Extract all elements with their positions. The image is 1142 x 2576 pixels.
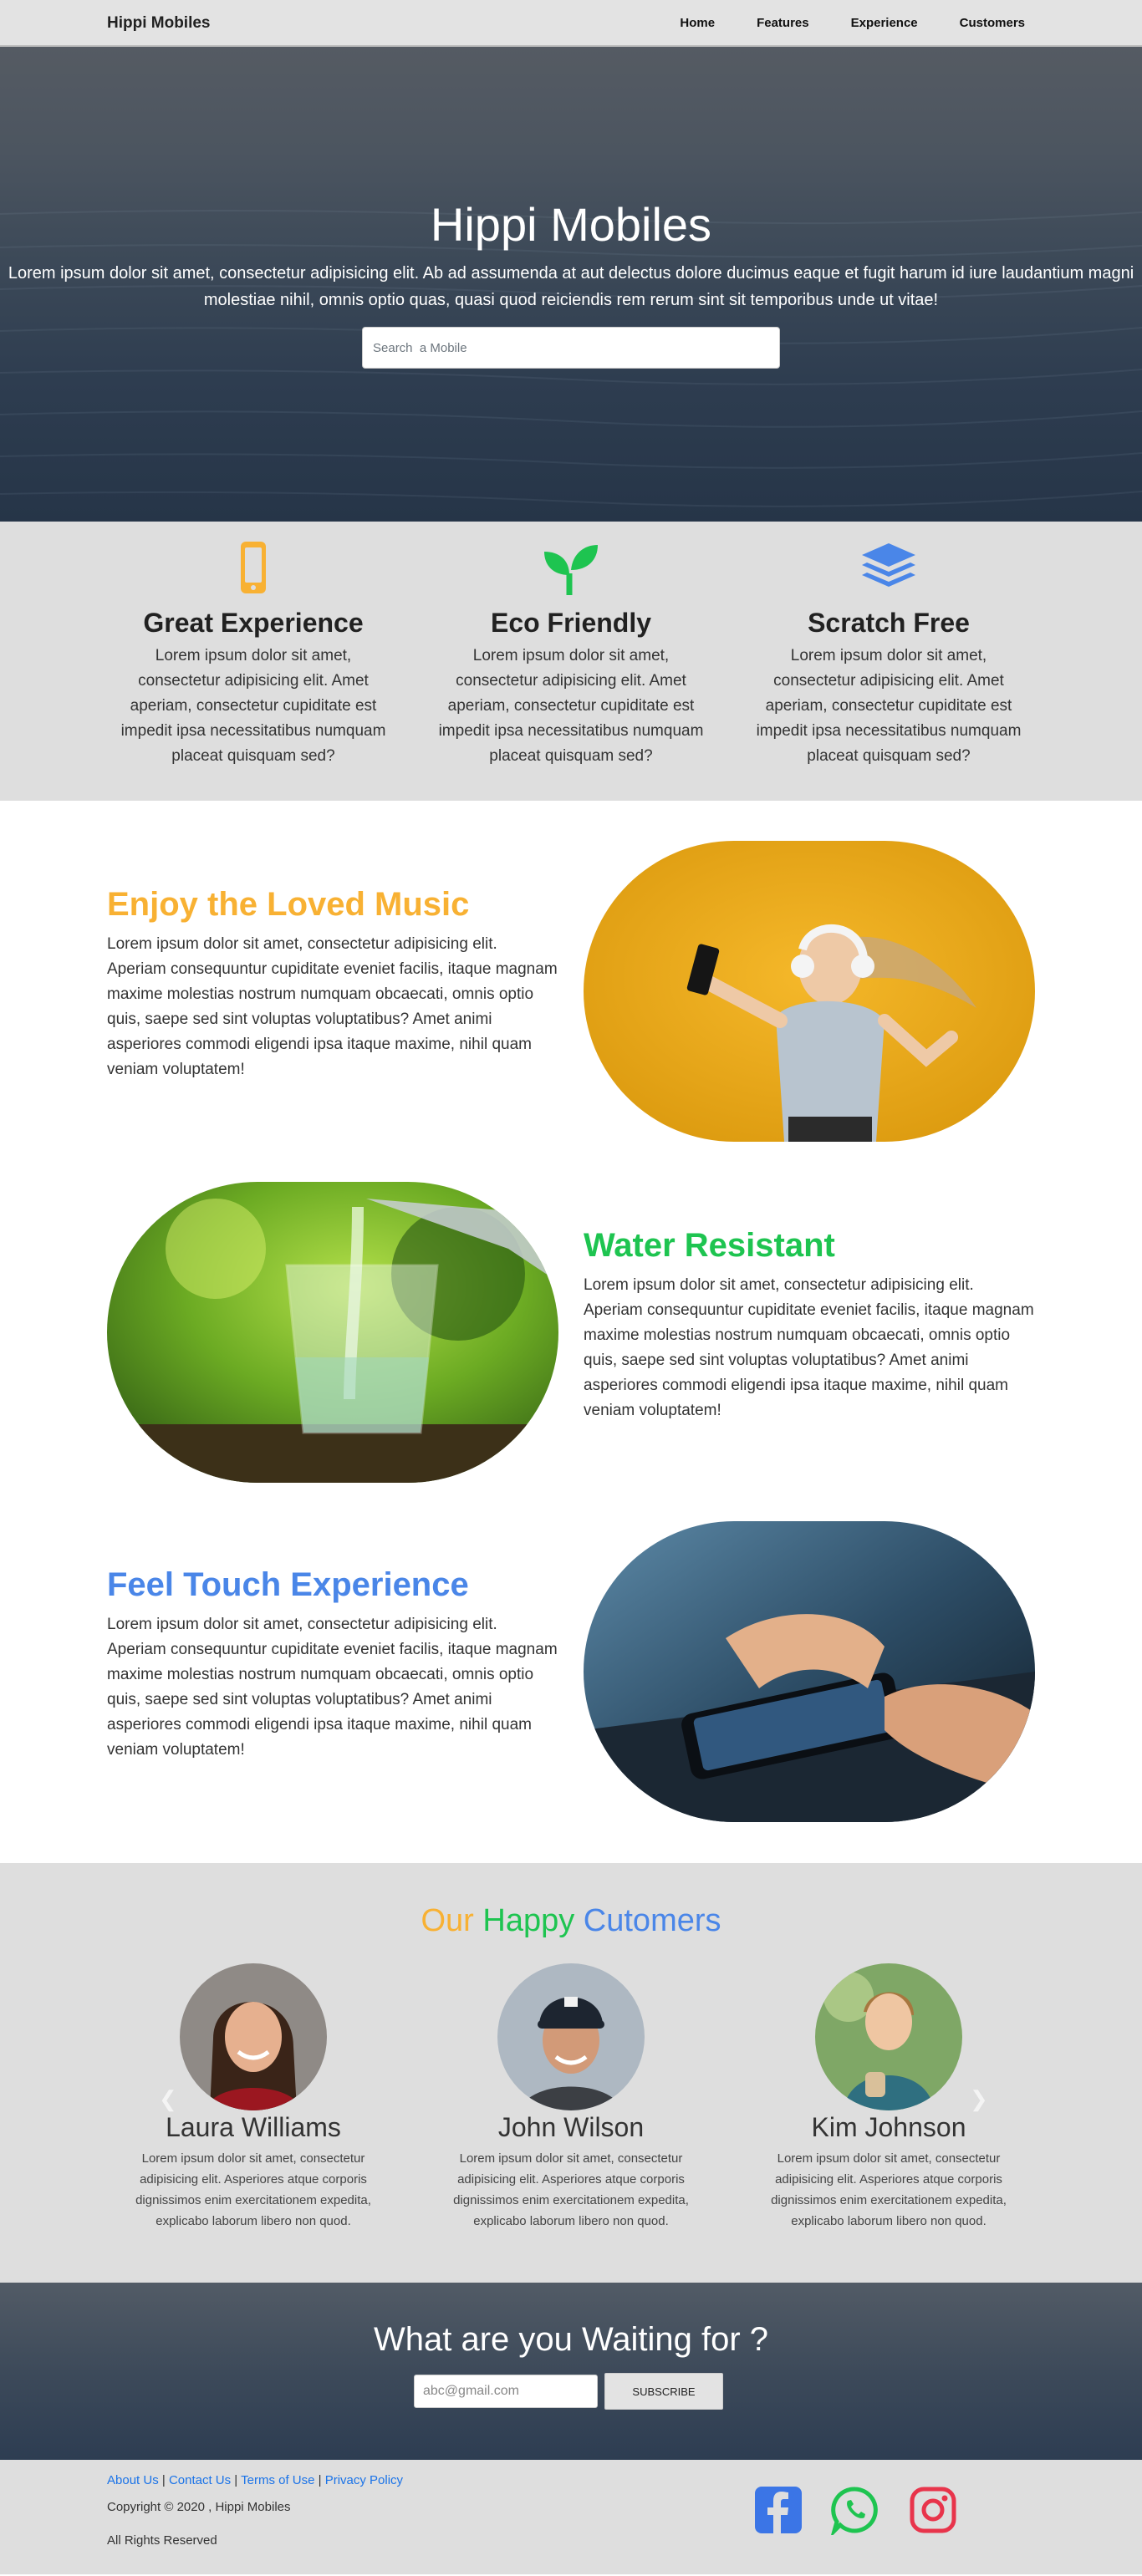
woman-with-headphones-image xyxy=(584,841,1035,1142)
hero-section: Hippi Mobiles Lorem ipsum dolor sit amet… xyxy=(0,47,1142,522)
water-text: Lorem ipsum dolor sit amet, consectetur … xyxy=(584,1276,1034,1419)
hero-title: Hippi Mobiles xyxy=(430,198,712,251)
water-title: Water Resistant xyxy=(584,1227,835,1264)
avatar xyxy=(180,1963,327,2110)
customer-name: Laura Williams xyxy=(166,2112,341,2142)
link-separator: | xyxy=(231,2473,242,2487)
customers-title: Our Happy Cutomers xyxy=(0,1903,1142,1939)
glass-of-water-image xyxy=(107,1182,558,1483)
music-text: Lorem ipsum dolor sit amet, consectetur … xyxy=(107,935,558,1078)
layers-icon xyxy=(862,543,915,587)
experience-section: Enjoy the Loved Music Lorem ipsum dolor … xyxy=(0,801,1142,1863)
whatsapp-icon[interactable] xyxy=(830,2485,880,2535)
features-section: Great Experience Lorem ipsum dolor sit a… xyxy=(0,522,1142,801)
title-word-customers: Cutomers xyxy=(583,1903,721,1938)
customer-review: Lorem ipsum dolor sit amet, consectetur … xyxy=(135,2151,371,2228)
feature-text: Lorem ipsum dolor sit amet, consectetur … xyxy=(438,647,704,765)
customer-review: Lorem ipsum dolor sit amet, consectetur … xyxy=(771,2151,1007,2228)
feature-title: Scratch Free xyxy=(808,608,970,638)
email-field[interactable] xyxy=(414,2375,598,2408)
customers-section: Our Happy Cutomers ❮ ❯ Laura Williams Lo… xyxy=(0,1863,1142,2283)
hero-description: Lorem ipsum dolor sit amet, consectetur … xyxy=(8,264,1134,309)
seedling-icon xyxy=(544,545,598,595)
feature-text: Lorem ipsum dolor sit amet, consectetur … xyxy=(120,647,386,765)
nav-link-home[interactable]: Home xyxy=(680,16,715,30)
customer-name: John Wilson xyxy=(497,2112,645,2142)
nav-link-customers[interactable]: Customers xyxy=(960,16,1025,30)
hand-on-phone-image xyxy=(584,1521,1035,1822)
copyright-text: Copyright © 2020 , Hippi Mobiles xyxy=(107,2500,291,2514)
water-feature: Water Resistant Lorem ipsum dolor sit am… xyxy=(584,1227,1035,1423)
subscribe-form: SUBSCRIBE xyxy=(414,2373,723,2410)
instagram-icon[interactable] xyxy=(908,2485,958,2535)
avatar xyxy=(815,1963,962,2110)
footer-link-terms[interactable]: Terms of Use xyxy=(241,2473,314,2487)
link-separator: | xyxy=(158,2473,169,2487)
cta-title: What are you Waiting for ? xyxy=(373,2321,769,2358)
footer-link-about[interactable]: About Us xyxy=(107,2473,159,2487)
customer-card: John Wilson Lorem ipsum dolor sit amet, … xyxy=(437,1963,705,2232)
mobile-icon xyxy=(241,542,266,593)
customer-card: Kim Johnson Lorem ipsum dolor sit amet, … xyxy=(755,1963,1022,2232)
footer: About Us | Contact Us | Terms of Use | P… xyxy=(0,2460,1142,2574)
nav-link-features[interactable]: Features xyxy=(757,16,809,30)
feature-title: Great Experience xyxy=(143,608,364,638)
feature-text: Lorem ipsum dolor sit amet, consectetur … xyxy=(756,647,1022,765)
title-word-happy: Happy xyxy=(482,1903,575,1938)
avatar xyxy=(497,1963,645,2110)
feature-eco-friendly: Eco Friendly Lorem ipsum dolor sit amet,… xyxy=(429,540,713,769)
footer-link-privacy[interactable]: Privacy Policy xyxy=(325,2473,403,2487)
touch-text: Lorem ipsum dolor sit amet, consectetur … xyxy=(107,1616,558,1759)
customer-name: Kim Johnson xyxy=(811,2112,966,2142)
feature-great-experience: Great Experience Lorem ipsum dolor sit a… xyxy=(111,540,395,769)
rights-text: All Rights Reserved xyxy=(107,2533,217,2548)
music-feature: Enjoy the Loved Music Lorem ipsum dolor … xyxy=(107,886,558,1082)
feature-scratch-free: Scratch Free Lorem ipsum dolor sit amet,… xyxy=(747,540,1031,769)
nav-links: Home Features Experience Customers xyxy=(680,16,1025,30)
search-input[interactable] xyxy=(362,327,780,369)
customer-card: Laura Williams Lorem ipsum dolor sit ame… xyxy=(120,1963,387,2232)
link-separator: | xyxy=(314,2473,325,2487)
subscribe-section: What are you Waiting for ? SUBSCRIBE xyxy=(0,2283,1142,2460)
nav-link-experience[interactable]: Experience xyxy=(851,16,918,30)
title-word-our: Our xyxy=(421,1903,474,1938)
navbar: Hippi Mobiles Home Features Experience C… xyxy=(0,0,1142,47)
touch-feature: Feel Touch Experience Lorem ipsum dolor … xyxy=(107,1566,558,1763)
subscribe-button[interactable]: SUBSCRIBE xyxy=(604,2373,723,2410)
facebook-icon[interactable] xyxy=(753,2485,803,2535)
footer-links: About Us | Contact Us | Terms of Use | P… xyxy=(107,2473,403,2487)
feature-title: Eco Friendly xyxy=(490,608,652,638)
music-title: Enjoy the Loved Music xyxy=(107,886,470,923)
touch-title: Feel Touch Experience xyxy=(107,1566,469,1603)
footer-link-contact[interactable]: Contact Us xyxy=(169,2473,231,2487)
brand-logo[interactable]: Hippi Mobiles xyxy=(107,14,211,33)
customer-review: Lorem ipsum dolor sit amet, consectetur … xyxy=(453,2151,689,2228)
